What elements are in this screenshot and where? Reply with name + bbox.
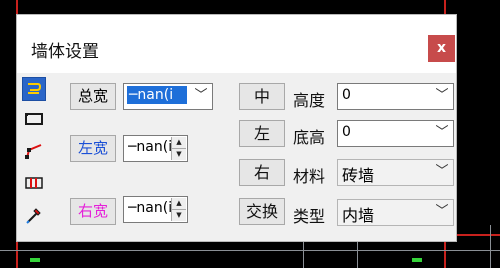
right-width-spinbox[interactable]: ─nan(i ▲ ▼ [123, 196, 188, 223]
left-width-label: 左宽 [77, 139, 108, 157]
right-align-button[interactable]: 右 [239, 159, 285, 186]
chevron-down-icon[interactable]: ﹀ [434, 202, 450, 222]
left-align-button[interactable]: 左 [239, 120, 285, 147]
grid-wall-tool[interactable] [22, 171, 46, 195]
chevron-down-icon[interactable]: ﹀ [193, 86, 209, 106]
total-width-label: 总宽 [77, 87, 108, 105]
rectangle-wall-tool[interactable] [22, 107, 46, 131]
right-width-value: ─nan(i [128, 200, 173, 216]
cad-gray-line [357, 240, 358, 268]
wall-draw-tool[interactable] [22, 77, 46, 101]
tool-strip [22, 77, 46, 237]
left-align-label: 左 [253, 124, 270, 143]
spin-down-icon[interactable]: ▼ [172, 210, 186, 221]
chevron-down-icon[interactable]: ﹀ [434, 123, 450, 143]
wall-settings-dialog: 墙体设置 x 总宽 ─nan(i ﹀ 左宽 ─nan(i ▲ ▼ 右宽 ─nan… [16, 14, 457, 242]
eyedropper-tool[interactable] [22, 203, 46, 227]
spin-up-icon[interactable]: ▲ [172, 198, 186, 210]
spin-buttons: ▲ ▼ [171, 137, 186, 160]
material-label: 材料 [293, 167, 326, 186]
left-width-spinbox[interactable]: ─nan(i ▲ ▼ [123, 135, 188, 162]
polyline-wall-tool[interactable] [22, 139, 46, 163]
cad-gray-line [490, 225, 491, 268]
base-height-value: 0 [342, 124, 351, 140]
type-value: 内墙 [342, 206, 375, 225]
grid-wall-icon [25, 177, 43, 189]
height-label: 高度 [293, 91, 326, 110]
chevron-down-icon[interactable]: ﹀ [434, 162, 450, 182]
type-combo[interactable]: 内墙 ﹀ [337, 199, 454, 226]
chevron-down-icon[interactable]: ﹀ [434, 86, 450, 106]
base-height-combo[interactable]: 0 ﹀ [337, 120, 454, 147]
left-width-value: ─nan(i [128, 139, 173, 155]
center-label: 中 [253, 87, 270, 106]
right-width-label: 右宽 [77, 202, 108, 220]
close-button[interactable]: x [428, 35, 455, 62]
left-width-button[interactable]: 左宽 [70, 135, 116, 162]
material-combo[interactable]: 砖墙 ﹀ [337, 159, 454, 186]
cad-green-marker [412, 258, 422, 262]
right-width-button[interactable]: 右宽 [70, 198, 116, 225]
material-value: 砖墙 [342, 166, 375, 185]
total-width-button[interactable]: 总宽 [70, 83, 116, 110]
spin-up-icon[interactable]: ▲ [172, 137, 186, 149]
dialog-titlebar[interactable]: 墙体设置 x [17, 15, 456, 73]
height-combo[interactable]: 0 ﹀ [337, 83, 454, 110]
height-value: 0 [342, 87, 351, 103]
cad-gray-line [303, 240, 304, 268]
eyedropper-icon [26, 208, 41, 224]
dialog-title: 墙体设置 [31, 42, 99, 62]
cad-green-marker [30, 258, 40, 262]
total-width-value: ─nan(i [127, 86, 187, 104]
center-button[interactable]: 中 [239, 83, 285, 110]
spin-down-icon[interactable]: ▼ [172, 149, 186, 160]
total-width-combo[interactable]: ─nan(i ﹀ [123, 83, 213, 110]
cad-gray-line [0, 250, 500, 251]
close-icon: x [436, 40, 447, 56]
polyline-wall-icon [25, 144, 42, 159]
dialog-body: 总宽 ─nan(i ﹀ 左宽 ─nan(i ▲ ▼ 右宽 ─nan(i ▲ ▼ [17, 73, 456, 241]
base-height-label: 底高 [293, 128, 326, 147]
rectangle-wall-icon [25, 113, 43, 125]
right-align-label: 右 [253, 163, 270, 182]
swap-label: 交换 [245, 202, 278, 221]
type-label: 类型 [293, 207, 326, 226]
wall-draw-icon [28, 83, 42, 94]
spin-buttons: ▲ ▼ [171, 198, 186, 221]
swap-button[interactable]: 交换 [239, 198, 285, 225]
